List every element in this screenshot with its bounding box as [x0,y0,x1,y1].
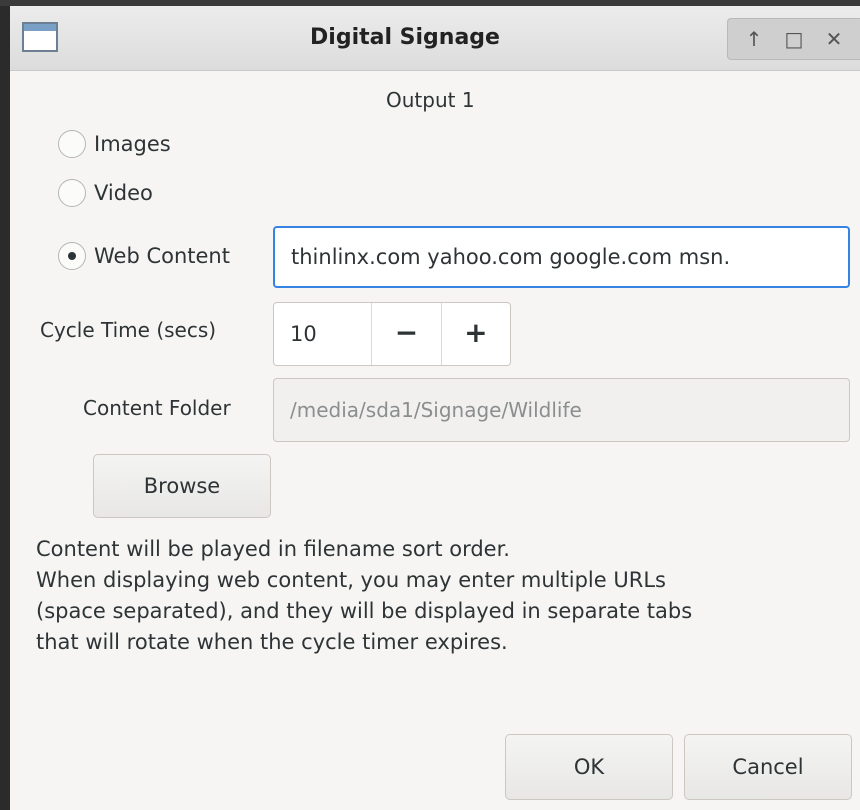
cycle-time-spinner: 10 − + [273,302,511,366]
info-text: Content will be played in filename sort … [36,534,856,658]
window-left-border [0,0,10,810]
window-title: Digital Signage [310,25,500,50]
title-bar[interactable]: Digital Signage ↑ □ ✕ [10,6,860,71]
maximize-icon[interactable]: □ [780,29,808,49]
radio-button-web-content[interactable] [58,242,86,270]
radio-label-video: Video [94,181,153,205]
browse-button[interactable]: Browse [93,454,271,518]
output-label: Output 1 [386,88,475,112]
cycle-time-value[interactable]: 10 [274,303,371,365]
decrement-button[interactable]: − [371,303,440,365]
radio-button-images[interactable] [58,130,86,158]
ok-button[interactable]: OK [505,734,673,800]
web-urls-input[interactable]: thinlinx.com yahoo.com google.com msn. [273,226,850,288]
radio-label-web-content: Web Content [94,244,230,268]
increment-button[interactable]: + [440,303,510,365]
cycle-time-label: Cycle Time (secs) [40,318,217,342]
shade-up-icon[interactable]: ↑ [740,29,768,49]
cancel-button[interactable]: Cancel [684,734,852,800]
radio-button-video[interactable] [58,179,86,207]
radio-web-content[interactable]: Web Content [58,242,230,270]
radio-video[interactable]: Video [58,179,153,207]
window-controls: ↑ □ ✕ [727,18,860,60]
radio-label-images: Images [94,132,171,156]
info-line: Content will be played in filename sort … [36,537,510,561]
content-folder-field[interactable]: /media/sda1/Signage/Wildlife [273,378,850,442]
close-icon[interactable]: ✕ [820,29,848,49]
info-line: that will rotate when the cycle timer ex… [36,630,508,654]
content-folder-label: Content Folder [83,396,231,420]
info-line: When displaying web content, you may ent… [36,568,666,592]
info-line: (space separated), and they will be disp… [36,599,693,623]
radio-images[interactable]: Images [58,130,171,158]
